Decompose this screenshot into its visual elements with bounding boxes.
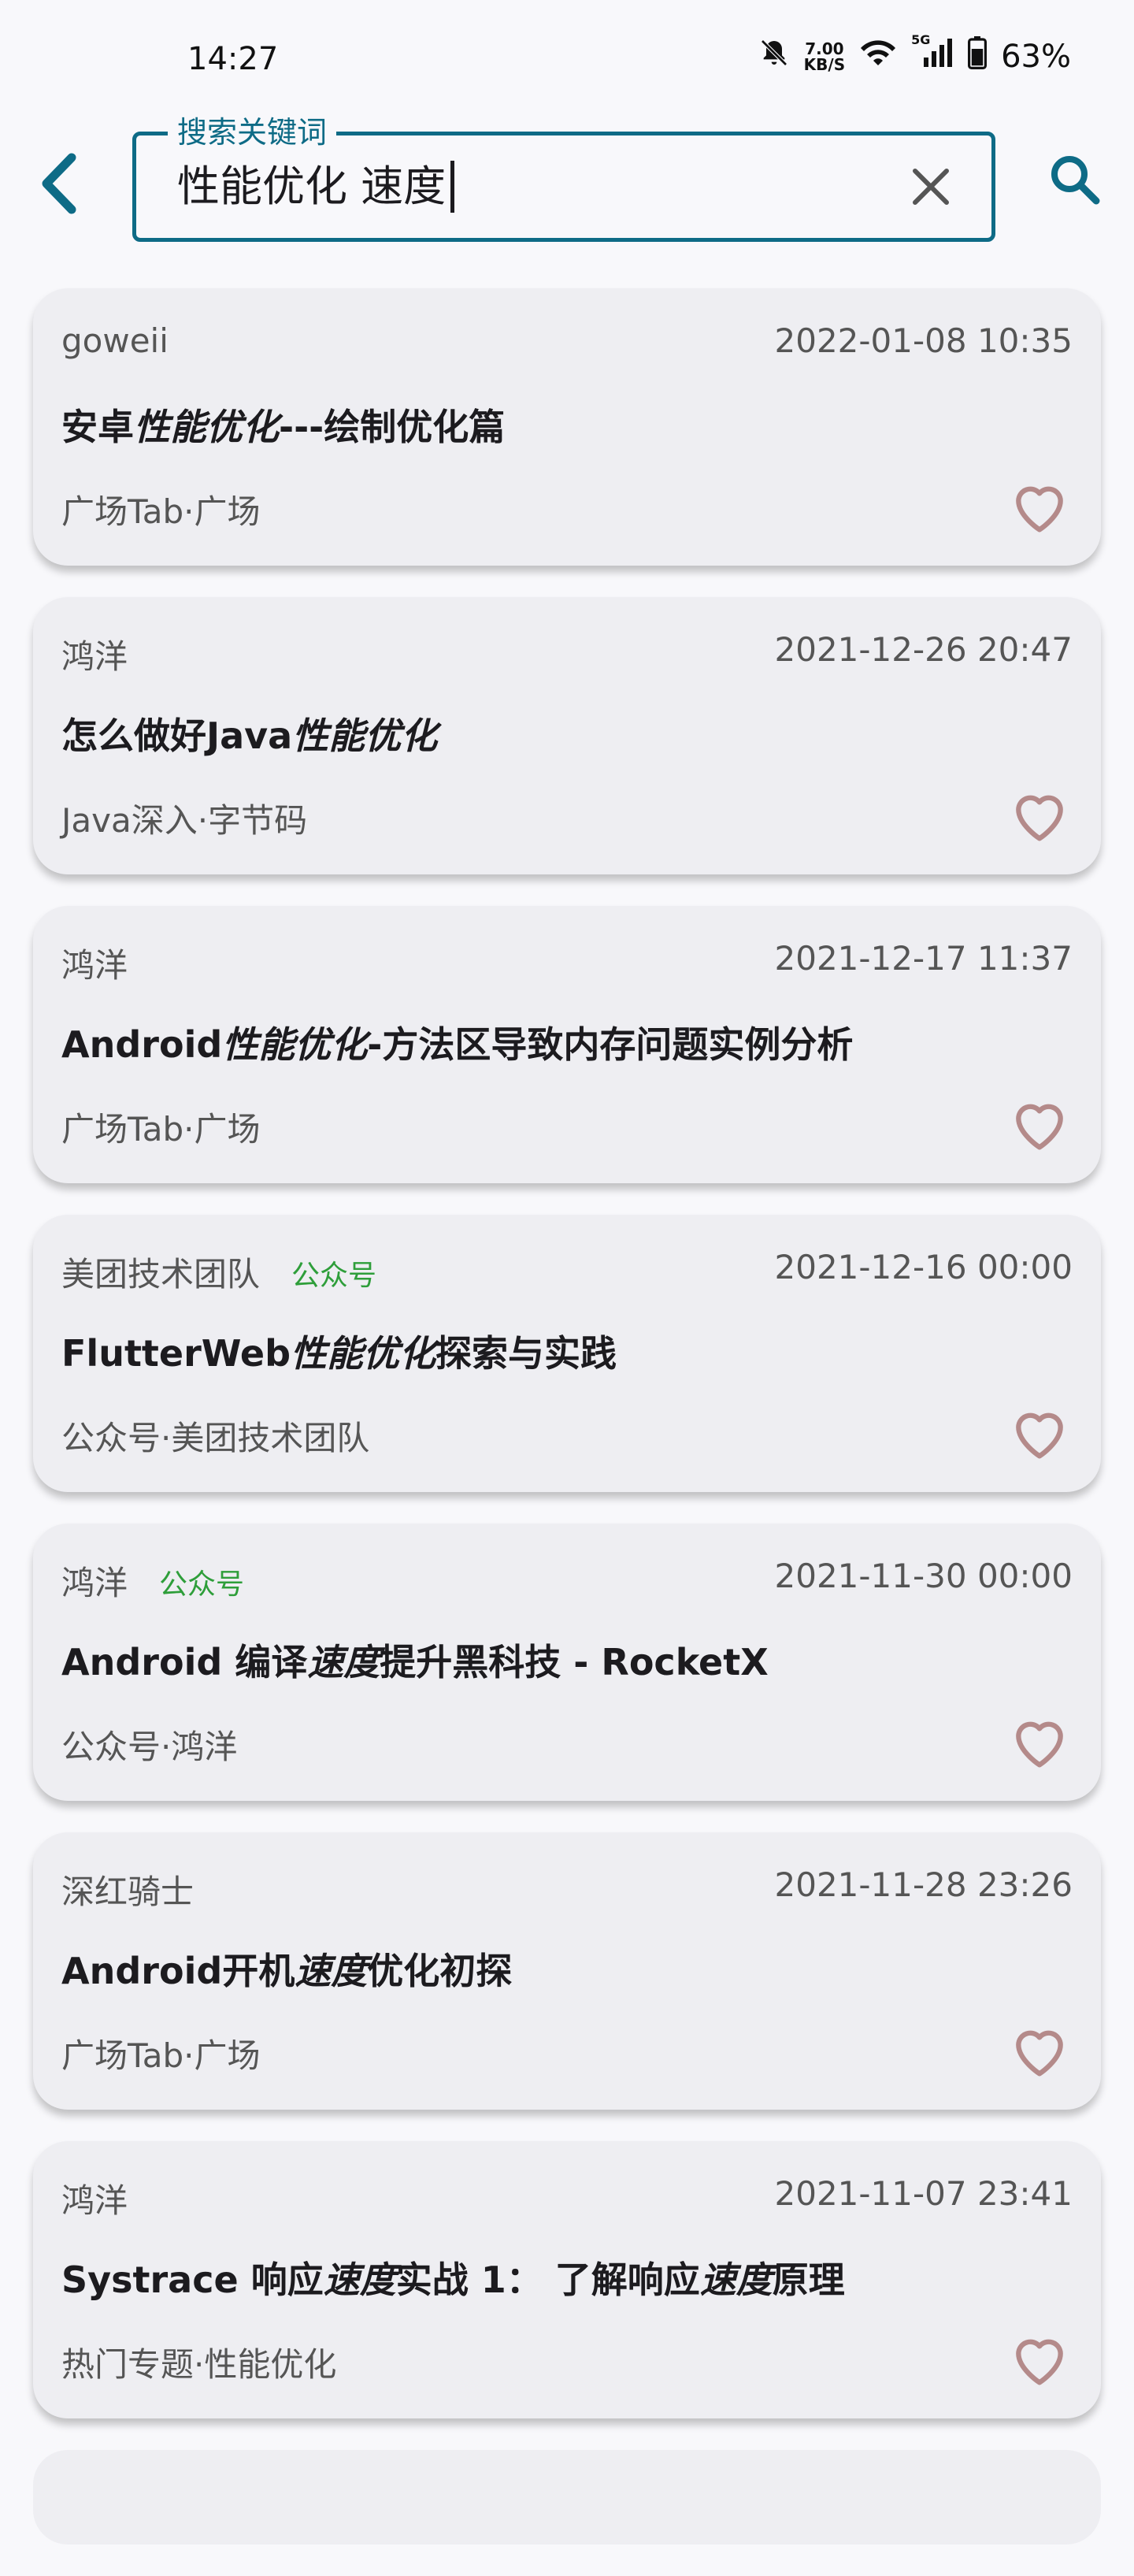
- article-card[interactable]: 鸿洋 2021-12-26 20:47 怎么做好Java性能优化 Java深入·字节码: [33, 597, 1101, 874]
- cellular-signal-icon: 5G: [911, 32, 954, 76]
- article-title[interactable]: 安卓性能优化---绘制优化篇: [61, 399, 505, 451]
- heart-icon: [1008, 1412, 1071, 1468]
- article-card[interactable]: goweii 2022-01-08 10:35 安卓性能优化---绘制优化篇 广场Ta…: [33, 288, 1101, 566]
- title-text: 探索与实践: [435, 1332, 617, 1375]
- heart-icon: [1008, 795, 1071, 851]
- article-author[interactable]: 鸿洋: [61, 1557, 128, 1605]
- net-speed: 7.00 KB/S: [804, 41, 845, 72]
- search-button[interactable]: [1032, 138, 1118, 225]
- title-text: ---绘制优化篇: [279, 406, 506, 448]
- status-icons: 7.00 KB/S 5G 63%: [758, 32, 1071, 77]
- article-card[interactable]: 鸿洋 2021-12-17 11:37 Android性能优化-方法区导致内存问题实…: [33, 906, 1101, 1183]
- clear-button[interactable]: [903, 161, 958, 216]
- article-author[interactable]: 鸿洋: [61, 630, 128, 678]
- title-text: 怎么做好Java: [61, 715, 293, 757]
- search-icon: [1049, 154, 1101, 209]
- title-keyword-highlight: 性能优化: [222, 1023, 368, 1066]
- heart-icon: [1008, 1104, 1071, 1160]
- status-time: 14:27: [187, 41, 279, 77]
- favorite-button[interactable]: [1008, 2329, 1071, 2392]
- article-author[interactable]: 鸿洋: [61, 939, 128, 987]
- article-author[interactable]: 美团技术团队: [61, 1248, 260, 1296]
- battery-icon: [968, 36, 988, 77]
- article-time: 2021-11-30 00:00: [774, 1557, 1073, 1595]
- title-keyword-highlight: 速度: [295, 1950, 368, 1992]
- article-time: 2021-12-16 00:00: [774, 1248, 1073, 1286]
- heart-icon: [1008, 1721, 1071, 1777]
- article-chapter[interactable]: Java深入·字节码: [61, 794, 307, 842]
- favorite-button[interactable]: [1008, 476, 1071, 539]
- search-input[interactable]: 搜索关键词 性能优化 速度: [132, 113, 995, 242]
- title-keyword-highlight: 性能优化: [292, 715, 438, 757]
- title-text: FlutterWeb: [61, 1332, 291, 1375]
- title-keyword-highlight: 性能优化: [291, 1332, 436, 1375]
- article-chapter[interactable]: 广场Tab·广场: [61, 2029, 260, 2077]
- article-card[interactable]: 鸿洋 2021-11-07 23:41 Systrace 响应速度实战 1： 了解响…: [33, 2141, 1101, 2418]
- article-chapter[interactable]: 广场Tab·广场: [61, 485, 260, 533]
- article-chapter[interactable]: 公众号·鸿洋: [61, 1720, 237, 1769]
- article-title[interactable]: Android开机速度优化初探: [61, 1943, 512, 1995]
- article-tag: 公众号: [291, 1260, 377, 1292]
- net-speed-unit: KB/S: [803, 55, 846, 74]
- heart-icon: [1008, 486, 1071, 542]
- favorite-button[interactable]: [1008, 2020, 1071, 2083]
- battery-percent: 63%: [1001, 39, 1071, 75]
- back-arrow-icon: [37, 151, 81, 219]
- favorite-button[interactable]: [1008, 1711, 1071, 1774]
- title-text: Systrace 响应: [61, 2259, 324, 2301]
- title-keyword-highlight: 性能优化: [134, 406, 279, 448]
- article-card[interactable]: 深红骑士 2021-11-28 23:26 Android开机速度优化初探广场Tab…: [33, 1832, 1101, 2110]
- title-text: 优化初探: [367, 1950, 513, 1992]
- article-title[interactable]: 怎么做好Java性能优化: [61, 707, 437, 759]
- search-field-value[interactable]: 性能优化 速度: [177, 161, 455, 213]
- article-title[interactable]: Android 编译速度提升黑科技 - RocketX: [61, 1634, 769, 1686]
- title-text: Android 编译: [61, 1641, 308, 1683]
- back-button[interactable]: [24, 142, 94, 228]
- mute-bell-icon: [758, 37, 790, 76]
- article-chapter[interactable]: 广场Tab·广场: [61, 1103, 260, 1151]
- article-author[interactable]: goweii: [61, 321, 169, 360]
- article-author[interactable]: 鸿洋: [61, 2174, 128, 2222]
- heart-icon: [1008, 2339, 1071, 2395]
- title-keyword-highlight: 速度: [323, 2259, 396, 2301]
- article-time: 2021-11-07 23:41: [774, 2174, 1073, 2213]
- title-text: Android开机: [61, 1950, 295, 1992]
- signal-label: 5G: [911, 32, 931, 47]
- article-card-partial[interactable]: [33, 2450, 1101, 2544]
- title-text: Android: [61, 1023, 223, 1066]
- article-chapter[interactable]: 公众号·美团技术团队: [61, 1412, 369, 1460]
- article-title[interactable]: Android性能优化-方法区导致内存问题实例分析: [61, 1016, 853, 1068]
- title-text: 实战 1： 了解响应: [395, 2259, 700, 2301]
- favorite-button[interactable]: [1008, 785, 1071, 848]
- title-text: 原理: [772, 2259, 845, 2301]
- status-bar: 14:27 7.00 KB/S 5G 63%: [0, 0, 1134, 95]
- article-author[interactable]: 深红骑士: [61, 1865, 194, 1913]
- article-time: 2021-11-28 23:26: [774, 1865, 1073, 1904]
- search-toolbar: 搜索关键词 性能优化 速度: [0, 95, 1134, 272]
- article-title[interactable]: FlutterWeb性能优化探索与实践: [61, 1325, 617, 1377]
- article-card[interactable]: 美团技术团队 公众号 2021-12-16 00:00 FlutterWeb性能优化探…: [33, 1215, 1101, 1492]
- article-time: 2022-01-08 10:35: [774, 321, 1073, 360]
- favorite-button[interactable]: [1008, 1402, 1071, 1465]
- article-card[interactable]: 鸿洋 公众号 2021-11-30 00:00 Android 编译速度提升黑科技 -…: [33, 1524, 1101, 1801]
- favorite-button[interactable]: [1008, 1093, 1071, 1156]
- article-title[interactable]: Systrace 响应速度实战 1： 了解响应速度原理: [61, 2251, 845, 2303]
- close-icon: [910, 166, 951, 210]
- article-tag: 公众号: [159, 1568, 245, 1601]
- article-time: 2021-12-26 20:47: [774, 630, 1073, 669]
- title-text: 提升黑科技 - RocketX: [380, 1641, 769, 1683]
- article-list: goweii 2022-01-08 10:35 安卓性能优化---绘制优化篇 广场Ta…: [33, 288, 1101, 2576]
- title-keyword-highlight: 速度: [307, 1641, 380, 1683]
- search-field-label: 搜索关键词: [168, 113, 337, 151]
- article-time: 2021-12-17 11:37: [774, 939, 1073, 978]
- title-text: 安卓: [61, 406, 134, 448]
- article-chapter[interactable]: 热门专题·性能优化: [61, 2338, 336, 2386]
- title-keyword-highlight: 速度: [699, 2259, 773, 2301]
- title-text: -方法区导致内存问题实例分析: [367, 1023, 854, 1066]
- wifi-icon: [859, 37, 897, 76]
- heart-icon: [1008, 2030, 1071, 2086]
